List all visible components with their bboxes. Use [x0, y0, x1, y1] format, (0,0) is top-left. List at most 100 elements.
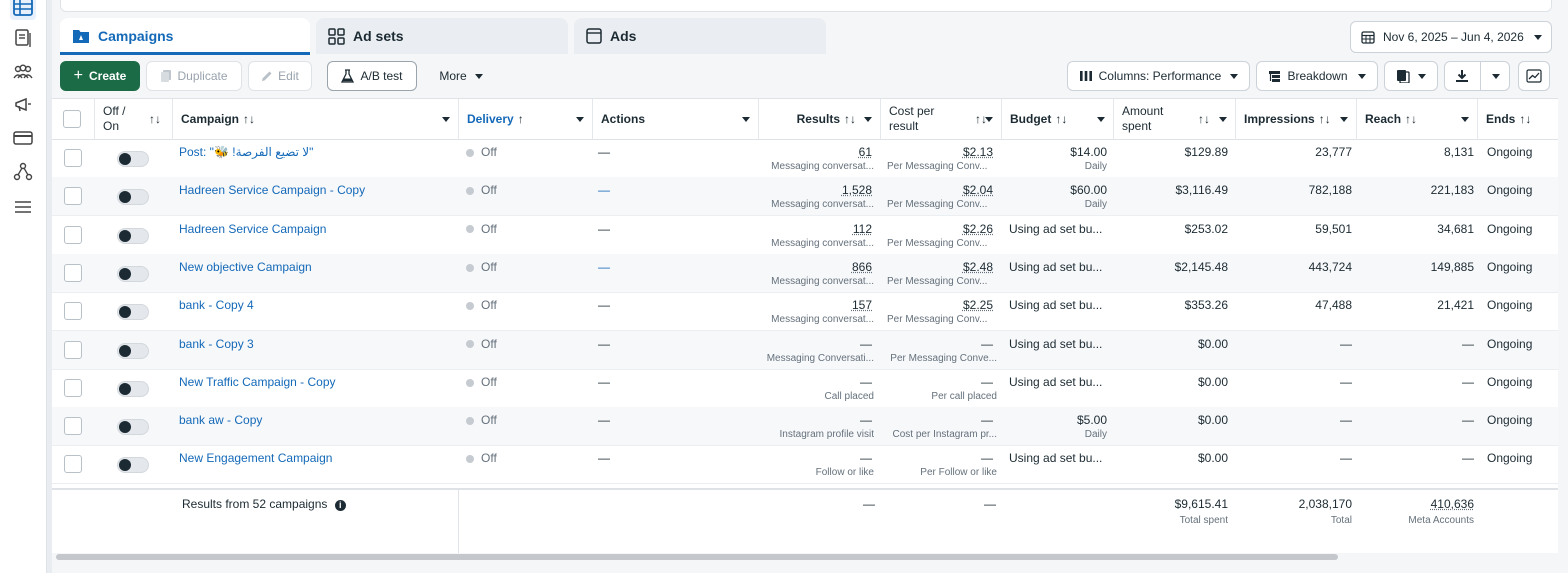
- amount-spent-value: $0.00: [1197, 413, 1228, 428]
- campaign-name-link[interactable]: bank aw - Copy: [179, 413, 449, 427]
- campaign-toggle[interactable]: [117, 151, 149, 167]
- more-button[interactable]: More: [428, 61, 494, 91]
- header-off-on[interactable]: Off / On ↑↓: [95, 99, 173, 139]
- chevron-down-icon[interactable]: [576, 117, 584, 122]
- date-range-picker[interactable]: Nov 6, 2025 – Jun 4, 2026: [1350, 21, 1552, 53]
- sort-icon[interactable]: ↑↓: [844, 112, 856, 126]
- header-results[interactable]: Results ↑↓: [759, 99, 881, 139]
- reach-value: —: [1462, 451, 1474, 466]
- actions-value: —: [598, 451, 610, 466]
- chevron-down-icon[interactable]: [742, 117, 750, 122]
- sort-icon[interactable]: ↑↓: [1319, 112, 1331, 126]
- row-checkbox[interactable]: [64, 417, 82, 436]
- campaign-toggle[interactable]: [117, 380, 149, 397]
- campaign-name-link[interactable]: New objective Campaign: [179, 260, 449, 274]
- header-budget-label: Budget: [1010, 111, 1052, 126]
- results-type: Messaging conversat...: [771, 237, 874, 249]
- chevron-down-icon[interactable]: [1340, 117, 1348, 122]
- campaign-toggle[interactable]: [117, 189, 149, 206]
- campaign-toggle[interactable]: [117, 342, 149, 359]
- chart-button[interactable]: [1518, 61, 1550, 91]
- tab-campaigns[interactable]: Campaigns: [60, 18, 310, 55]
- header-campaign[interactable]: Campaign ↑↓: [173, 99, 459, 139]
- campaign-toggle[interactable]: [117, 457, 149, 474]
- tab-ads[interactable]: Ads: [574, 18, 826, 54]
- ends-value: Ongoing: [1487, 336, 1533, 351]
- row-checkbox[interactable]: [64, 187, 82, 206]
- campaign-toggle[interactable]: [117, 304, 149, 321]
- audience-icon[interactable]: [10, 59, 36, 85]
- search-bar[interactable]: [60, 0, 1552, 12]
- business-icon[interactable]: [10, 159, 36, 185]
- campaign-name-link[interactable]: Hadreen Service Campaign: [179, 222, 449, 236]
- ab-test-button[interactable]: A/B test: [327, 61, 417, 91]
- row-checkbox[interactable]: [64, 455, 82, 474]
- download-icon: [1455, 69, 1469, 83]
- megaphone-icon[interactable]: [10, 92, 36, 118]
- reports-button[interactable]: [1384, 61, 1438, 91]
- cost-per-result-value: $2.25: [892, 298, 993, 312]
- menu-icon[interactable]: [10, 194, 36, 220]
- calendar-icon: [1361, 30, 1375, 44]
- header-ends[interactable]: Ends ↑↓: [1478, 99, 1558, 139]
- status-dot: [466, 187, 474, 196]
- ab-test-label: A/B test: [360, 69, 403, 83]
- campaign-toggle[interactable]: [117, 227, 149, 244]
- chevron-down-icon[interactable]: [1461, 117, 1469, 122]
- header-cost-per-result[interactable]: Cost per result ↑↓: [881, 99, 1002, 139]
- totals-reach-value: 410,636: [1430, 497, 1474, 511]
- pages-icon[interactable]: [10, 25, 36, 51]
- campaign-name-link[interactable]: bank - Copy 3: [179, 337, 449, 351]
- campaign-toggle[interactable]: [117, 419, 149, 436]
- chevron-down-icon[interactable]: [1219, 117, 1227, 122]
- edit-button[interactable]: Edit: [248, 61, 312, 91]
- header-delivery[interactable]: Delivery ↑: [459, 99, 593, 139]
- row-checkbox[interactable]: [64, 263, 82, 282]
- sort-icon[interactable]: ↑↓: [149, 112, 161, 126]
- chevron-down-icon[interactable]: [1097, 117, 1105, 122]
- tab-ad-sets[interactable]: Ad sets: [316, 18, 568, 54]
- table-view-icon[interactable]: [10, 0, 36, 20]
- info-icon[interactable]: i: [334, 500, 346, 511]
- export-button[interactable]: [1444, 61, 1510, 91]
- campaign-name-link[interactable]: Post: "🐝 !لا تضيع الفرصة": [179, 145, 449, 159]
- sort-icon[interactable]: ↑↓: [1198, 112, 1210, 126]
- breakdown-button[interactable]: Breakdown: [1256, 61, 1378, 91]
- cost-number: —: [981, 413, 993, 428]
- delivery-status: Off: [466, 375, 586, 389]
- campaign-name-link[interactable]: New Traffic Campaign - Copy: [179, 375, 449, 389]
- row-checkbox[interactable]: [64, 378, 82, 397]
- create-button[interactable]: + Create: [60, 61, 140, 91]
- sort-icon[interactable]: ↑↓: [243, 112, 255, 126]
- sort-icon[interactable]: ↑↓: [1055, 112, 1067, 126]
- row-checkbox[interactable]: [64, 149, 82, 167]
- campaign-name-link[interactable]: bank - Copy 4: [179, 298, 449, 312]
- results-number: 112: [852, 221, 872, 236]
- horizontal-scrollbar[interactable]: [56, 554, 1338, 560]
- chevron-down-icon[interactable]: [442, 117, 450, 122]
- campaign-name-link[interactable]: Hadreen Service Campaign - Copy: [179, 183, 449, 197]
- header-select-cell: [52, 99, 95, 139]
- header-impressions[interactable]: Impressions ↑↓: [1236, 99, 1357, 139]
- row-checkbox[interactable]: [64, 302, 82, 321]
- select-all-checkbox[interactable]: [63, 110, 81, 128]
- header-reach[interactable]: Reach ↑↓: [1357, 99, 1478, 139]
- sort-icon[interactable]: ↑↓: [1405, 112, 1417, 126]
- sort-icon[interactable]: ↑↓: [1519, 112, 1531, 126]
- duplicate-button[interactable]: Duplicate: [146, 61, 242, 91]
- header-budget[interactable]: Budget ↑↓: [1002, 99, 1114, 139]
- header-actions[interactable]: Actions: [593, 99, 759, 139]
- campaign-name-link[interactable]: New Engagement Campaign: [179, 451, 449, 465]
- chevron-down-icon[interactable]: [985, 117, 993, 122]
- campaign-toggle[interactable]: [117, 265, 149, 282]
- results-value: 866: [772, 260, 872, 274]
- row-checkbox[interactable]: [64, 225, 82, 244]
- billing-icon[interactable]: [10, 125, 36, 151]
- columns-button[interactable]: Columns: Performance: [1067, 61, 1250, 91]
- sort-ascending-icon[interactable]: ↑: [518, 112, 524, 126]
- delivery-status: Off: [466, 413, 586, 427]
- status-dot: [466, 378, 474, 387]
- header-amount-spent[interactable]: Amount spent ↑↓: [1114, 99, 1236, 139]
- chevron-down-icon[interactable]: [864, 117, 872, 122]
- row-checkbox[interactable]: [64, 340, 82, 359]
